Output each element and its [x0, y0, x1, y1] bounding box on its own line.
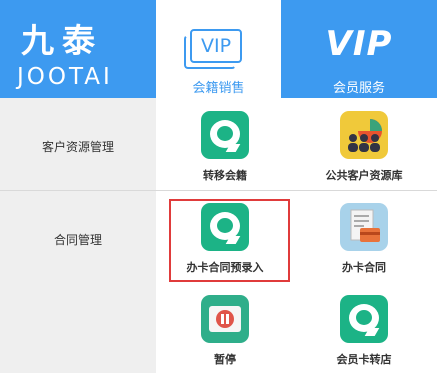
tile-card-transfer-store[interactable]: 会员卡转店	[299, 295, 429, 370]
section-divider	[0, 190, 437, 191]
chat-bubble-icon	[340, 295, 388, 343]
logo-chinese-text: 九泰	[21, 21, 103, 60]
header: 九泰 JOOTAI VIP 会籍销售 VIP 会员服务	[0, 0, 437, 98]
vip-icon-text: VIP	[200, 35, 232, 57]
pause-card-icon	[201, 295, 249, 343]
tile-label: 会员卡转店	[336, 353, 392, 366]
tile-label: 暂停	[214, 353, 236, 366]
tab-membership-sales[interactable]: VIP 会籍销售	[156, 0, 281, 98]
logo: 九泰 JOOTAI	[0, 0, 156, 98]
tab-label: 会籍销售	[192, 81, 245, 96]
tab-member-service[interactable]: VIP 会员服务	[281, 0, 437, 98]
sidebar-item-customer-resources[interactable]: 客户资源管理	[0, 138, 156, 155]
selection-highlight	[169, 199, 290, 282]
document-card-icon	[340, 203, 388, 251]
tile-public-customer-pool[interactable]: 公共客户资源库	[299, 111, 429, 186]
people-chart-icon	[340, 111, 388, 159]
tile-label: 转移会籍	[203, 169, 247, 182]
vip-crown-icon: VIP	[325, 24, 393, 64]
logo-english-text: JOOTAI	[17, 64, 113, 90]
sidebar: 客户资源管理 合同管理	[0, 98, 156, 373]
tile-card-contract[interactable]: 办卡合同	[299, 203, 429, 278]
tile-pause[interactable]: 暂停	[160, 295, 290, 370]
chat-bubble-icon	[201, 111, 249, 159]
sidebar-item-contracts[interactable]: 合同管理	[0, 231, 156, 248]
tile-label: 公共客户资源库	[325, 169, 403, 182]
tab-label: 会员服务	[332, 81, 385, 96]
tile-label: 办卡合同	[342, 261, 386, 274]
tile-transfer-membership[interactable]: 转移会籍	[160, 111, 290, 186]
